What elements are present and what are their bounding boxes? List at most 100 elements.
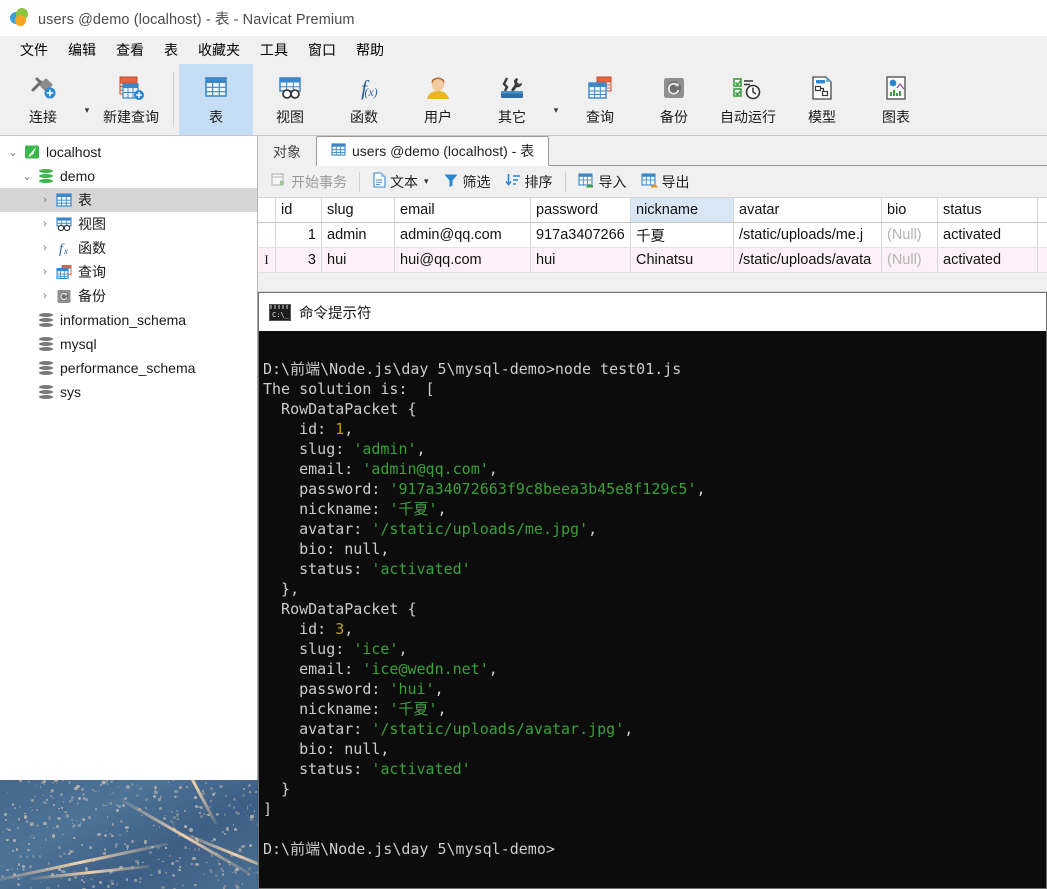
command-prompt-window[interactable]: C:\_ 命令提示符 D:\前端\Node.js\day 5\mysql-dem… bbox=[258, 292, 1047, 889]
row-gutter-selected[interactable]: I bbox=[258, 248, 276, 272]
backup-disk-icon bbox=[54, 289, 74, 304]
tree-label-queries: 查询 bbox=[78, 264, 106, 280]
column-header-bio[interactable]: bio bbox=[882, 198, 938, 222]
cell-status[interactable]: activated bbox=[938, 248, 1038, 272]
tab-objects-label: 对象 bbox=[273, 144, 301, 160]
table-row[interactable]: 1 admin admin@qq.com 917a3407266 千夏 /sta… bbox=[258, 223, 1047, 248]
ribbon-backup[interactable]: 备份 bbox=[637, 64, 711, 135]
tree-label-backups: 备份 bbox=[78, 288, 106, 304]
tree-node-backups[interactable]: › 备份 bbox=[0, 284, 257, 308]
ribbon-user[interactable]: 用户 bbox=[401, 64, 475, 135]
tree-node-performance-schema[interactable]: performance_schema bbox=[0, 356, 257, 380]
cell-password[interactable]: hui bbox=[531, 248, 631, 272]
cell-bio[interactable]: (Null) bbox=[882, 248, 938, 272]
import-button[interactable]: 导入 bbox=[571, 169, 634, 195]
connection-tree-sidebar[interactable]: ⌄ localhost ⌄ demo › 表 › 视图 › f x 函数 › 查… bbox=[0, 136, 258, 780]
cell-id[interactable]: 1 bbox=[276, 223, 322, 247]
terminal-output[interactable]: D:\前端\Node.js\day 5\mysql-demo>node test… bbox=[259, 331, 1046, 888]
table-row[interactable]: I 3 hui hui@qq.com hui Chinatsu /static/… bbox=[258, 248, 1047, 273]
ribbon-query-label: 查询 bbox=[586, 109, 614, 125]
column-header-avatar[interactable]: avatar bbox=[734, 198, 882, 222]
cell-email[interactable]: hui@qq.com bbox=[395, 248, 531, 272]
text-button[interactable]: 文本 ▾ bbox=[365, 169, 436, 195]
chevron-right-icon[interactable]: › bbox=[36, 242, 54, 254]
tree-node-functions[interactable]: › f x 函数 bbox=[0, 236, 257, 260]
menu-edit[interactable]: 编辑 bbox=[58, 37, 106, 63]
data-grid[interactable]: id slug email password nickname avatar b… bbox=[258, 198, 1047, 273]
text-dropdown-caret-icon[interactable]: ▾ bbox=[424, 176, 429, 187]
import-button-label: 导入 bbox=[598, 173, 627, 190]
ribbon-table[interactable]: 表 bbox=[179, 64, 253, 135]
terminal-line: nickname: '千夏', bbox=[263, 700, 447, 718]
chevron-down-icon[interactable]: ⌄ bbox=[18, 170, 36, 183]
table-header-row: id slug email password nickname avatar b… bbox=[258, 198, 1047, 223]
ribbon-new-query[interactable]: 新建查询 bbox=[94, 64, 168, 135]
menu-favorites[interactable]: 收藏夹 bbox=[188, 37, 250, 63]
menu-window[interactable]: 窗口 bbox=[298, 37, 346, 63]
cell-avatar[interactable]: /static/uploads/avatа bbox=[734, 248, 882, 272]
row-gutter[interactable] bbox=[258, 223, 276, 247]
menu-table[interactable]: 表 bbox=[154, 37, 188, 63]
tree-label-mysql: mysql bbox=[60, 336, 97, 352]
import-icon bbox=[577, 172, 595, 191]
ribbon-chart[interactable]: 图表 bbox=[859, 64, 933, 135]
export-button[interactable]: 导出 bbox=[634, 169, 697, 195]
ribbon-function[interactable]: f (x) 函数 bbox=[327, 64, 401, 135]
tree-node-mysql[interactable]: mysql bbox=[0, 332, 257, 356]
svg-text:(x): (x) bbox=[364, 85, 377, 99]
cell-status[interactable]: activated bbox=[938, 223, 1038, 247]
ribbon-query[interactable]: 查询 bbox=[563, 64, 637, 135]
cell-email[interactable]: admin@qq.com bbox=[395, 223, 531, 247]
chevron-right-icon[interactable]: › bbox=[36, 194, 54, 206]
grid-toolbar-separator-2 bbox=[564, 171, 566, 192]
column-header-nickname[interactable]: nickname bbox=[631, 198, 734, 222]
cell-id[interactable]: 3 bbox=[276, 248, 322, 272]
begin-transaction-button[interactable]: 开始事务 bbox=[264, 169, 354, 195]
tab-users-table-label: users @demo (localhost) - 表 bbox=[352, 143, 535, 159]
filter-button[interactable]: 筛选 bbox=[436, 169, 498, 195]
function-fx-icon: f x bbox=[54, 240, 74, 256]
tree-node-tables[interactable]: › 表 bbox=[0, 188, 257, 212]
tab-users-table[interactable]: users @demo (localhost) - 表 bbox=[316, 136, 550, 166]
ribbon-new-query-label: 新建查询 bbox=[103, 109, 159, 125]
tree-node-demo[interactable]: ⌄ demo bbox=[0, 164, 257, 188]
ribbon-other[interactable]: 其它 bbox=[475, 64, 549, 135]
menu-view[interactable]: 查看 bbox=[106, 37, 154, 63]
chevron-down-icon[interactable]: ⌄ bbox=[4, 146, 22, 159]
tree-node-information-schema[interactable]: information_schema bbox=[0, 308, 257, 332]
tree-label-localhost: localhost bbox=[46, 144, 102, 160]
column-header-password[interactable]: password bbox=[531, 198, 631, 222]
tree-node-views[interactable]: › 视图 bbox=[0, 212, 257, 236]
ribbon-model[interactable]: 模型 bbox=[785, 64, 859, 135]
cell-bio[interactable]: (Null) bbox=[882, 223, 938, 247]
column-header-email[interactable]: email bbox=[395, 198, 531, 222]
tree-node-localhost[interactable]: ⌄ localhost bbox=[0, 140, 257, 164]
cell-slug[interactable]: admin bbox=[322, 223, 395, 247]
ribbon-view[interactable]: 视图 bbox=[253, 64, 327, 135]
cell-nickname[interactable]: Chinatsu bbox=[631, 248, 734, 272]
sort-button[interactable]: 排序 bbox=[498, 169, 560, 195]
menu-file[interactable]: 文件 bbox=[10, 37, 58, 63]
chevron-right-icon[interactable]: › bbox=[36, 218, 54, 230]
cell-avatar[interactable]: /static/uploads/me.j bbox=[734, 223, 882, 247]
column-header-id[interactable]: id bbox=[276, 198, 322, 222]
chevron-right-icon[interactable]: › bbox=[36, 266, 54, 278]
cell-password[interactable]: 917a3407266 bbox=[531, 223, 631, 247]
cell-slug[interactable]: hui bbox=[322, 248, 395, 272]
ribbon-automation[interactable]: 自动运行 bbox=[711, 64, 785, 135]
tab-objects[interactable]: 对象 bbox=[258, 138, 316, 166]
column-header-slug[interactable]: slug bbox=[322, 198, 395, 222]
ribbon-connection[interactable]: 连接 bbox=[6, 64, 80, 135]
terminal-line: D:\前端\Node.js\day 5\mysql-demo>node test… bbox=[263, 360, 682, 378]
menu-tools[interactable]: 工具 bbox=[250, 37, 298, 63]
chevron-right-icon[interactable]: › bbox=[36, 290, 54, 302]
tree-node-sys[interactable]: sys bbox=[0, 380, 257, 404]
tab-strip-filler bbox=[549, 136, 1047, 166]
tree-node-queries[interactable]: › 查询 bbox=[0, 260, 257, 284]
database-gray-icon bbox=[36, 360, 56, 376]
column-header-status[interactable]: status bbox=[938, 198, 1038, 222]
other-dropdown-caret-icon[interactable]: ▾ bbox=[549, 64, 563, 135]
connection-dropdown-caret-icon[interactable]: ▾ bbox=[80, 64, 94, 135]
cell-nickname[interactable]: 千夏 bbox=[631, 223, 734, 247]
menu-help[interactable]: 帮助 bbox=[346, 37, 394, 63]
